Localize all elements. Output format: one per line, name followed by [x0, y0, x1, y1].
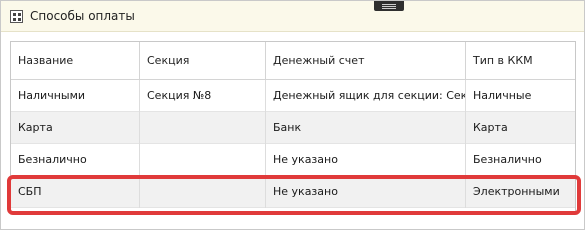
- column-header-section[interactable]: Секция: [140, 42, 266, 80]
- window-titlebar: Способы оплаты: [1, 1, 584, 32]
- cell-money-account: Не указано: [266, 144, 466, 176]
- window-title: Способы оплаты: [30, 9, 135, 23]
- drag-handle-icon[interactable]: [374, 1, 404, 11]
- cell-name: Безналично: [11, 144, 140, 176]
- column-header-money-account[interactable]: Денежный счет: [266, 42, 466, 80]
- cell-kkm-type: Электронными: [473, 185, 560, 198]
- payment-methods-window: Способы оплаты Название Секция Денежный …: [0, 0, 585, 230]
- table-row[interactable]: СБП Не указано Электронными: [11, 176, 575, 208]
- cell-name: Наличными: [11, 80, 140, 112]
- cell-section: [140, 176, 266, 208]
- cell-kkm-type: Безналично: [473, 153, 542, 166]
- table-row[interactable]: Наличными Секция №8 Денежный ящик для се…: [11, 80, 575, 112]
- cell-money-account: Не указано: [266, 176, 466, 208]
- cell-name: СБП: [11, 176, 140, 208]
- table-row[interactable]: Безналично Не указано Безналично: [11, 144, 575, 176]
- cell-money-account: Денежный ящик для секции: Секция №8: [266, 80, 466, 112]
- table-row[interactable]: Карта Банк Карта: [11, 112, 575, 144]
- table-header: Название Секция Денежный счет Тип в ККМ: [11, 42, 575, 80]
- cell-name: Карта: [11, 112, 140, 144]
- cell-money-account: Банк: [266, 112, 466, 144]
- column-header-name[interactable]: Название: [11, 42, 140, 80]
- cell-kkm-type: Наличные: [473, 89, 532, 102]
- cell-section: [140, 144, 266, 176]
- cell-kkm-type: Карта: [473, 121, 508, 134]
- column-header-kkm-type[interactable]: Тип в ККМ: [466, 42, 575, 80]
- grid-icon: [10, 10, 23, 23]
- payment-methods-table: Название Секция Денежный счет Тип в ККМ …: [10, 41, 576, 213]
- cell-section: [140, 112, 266, 144]
- cell-section: Секция №8: [140, 80, 266, 112]
